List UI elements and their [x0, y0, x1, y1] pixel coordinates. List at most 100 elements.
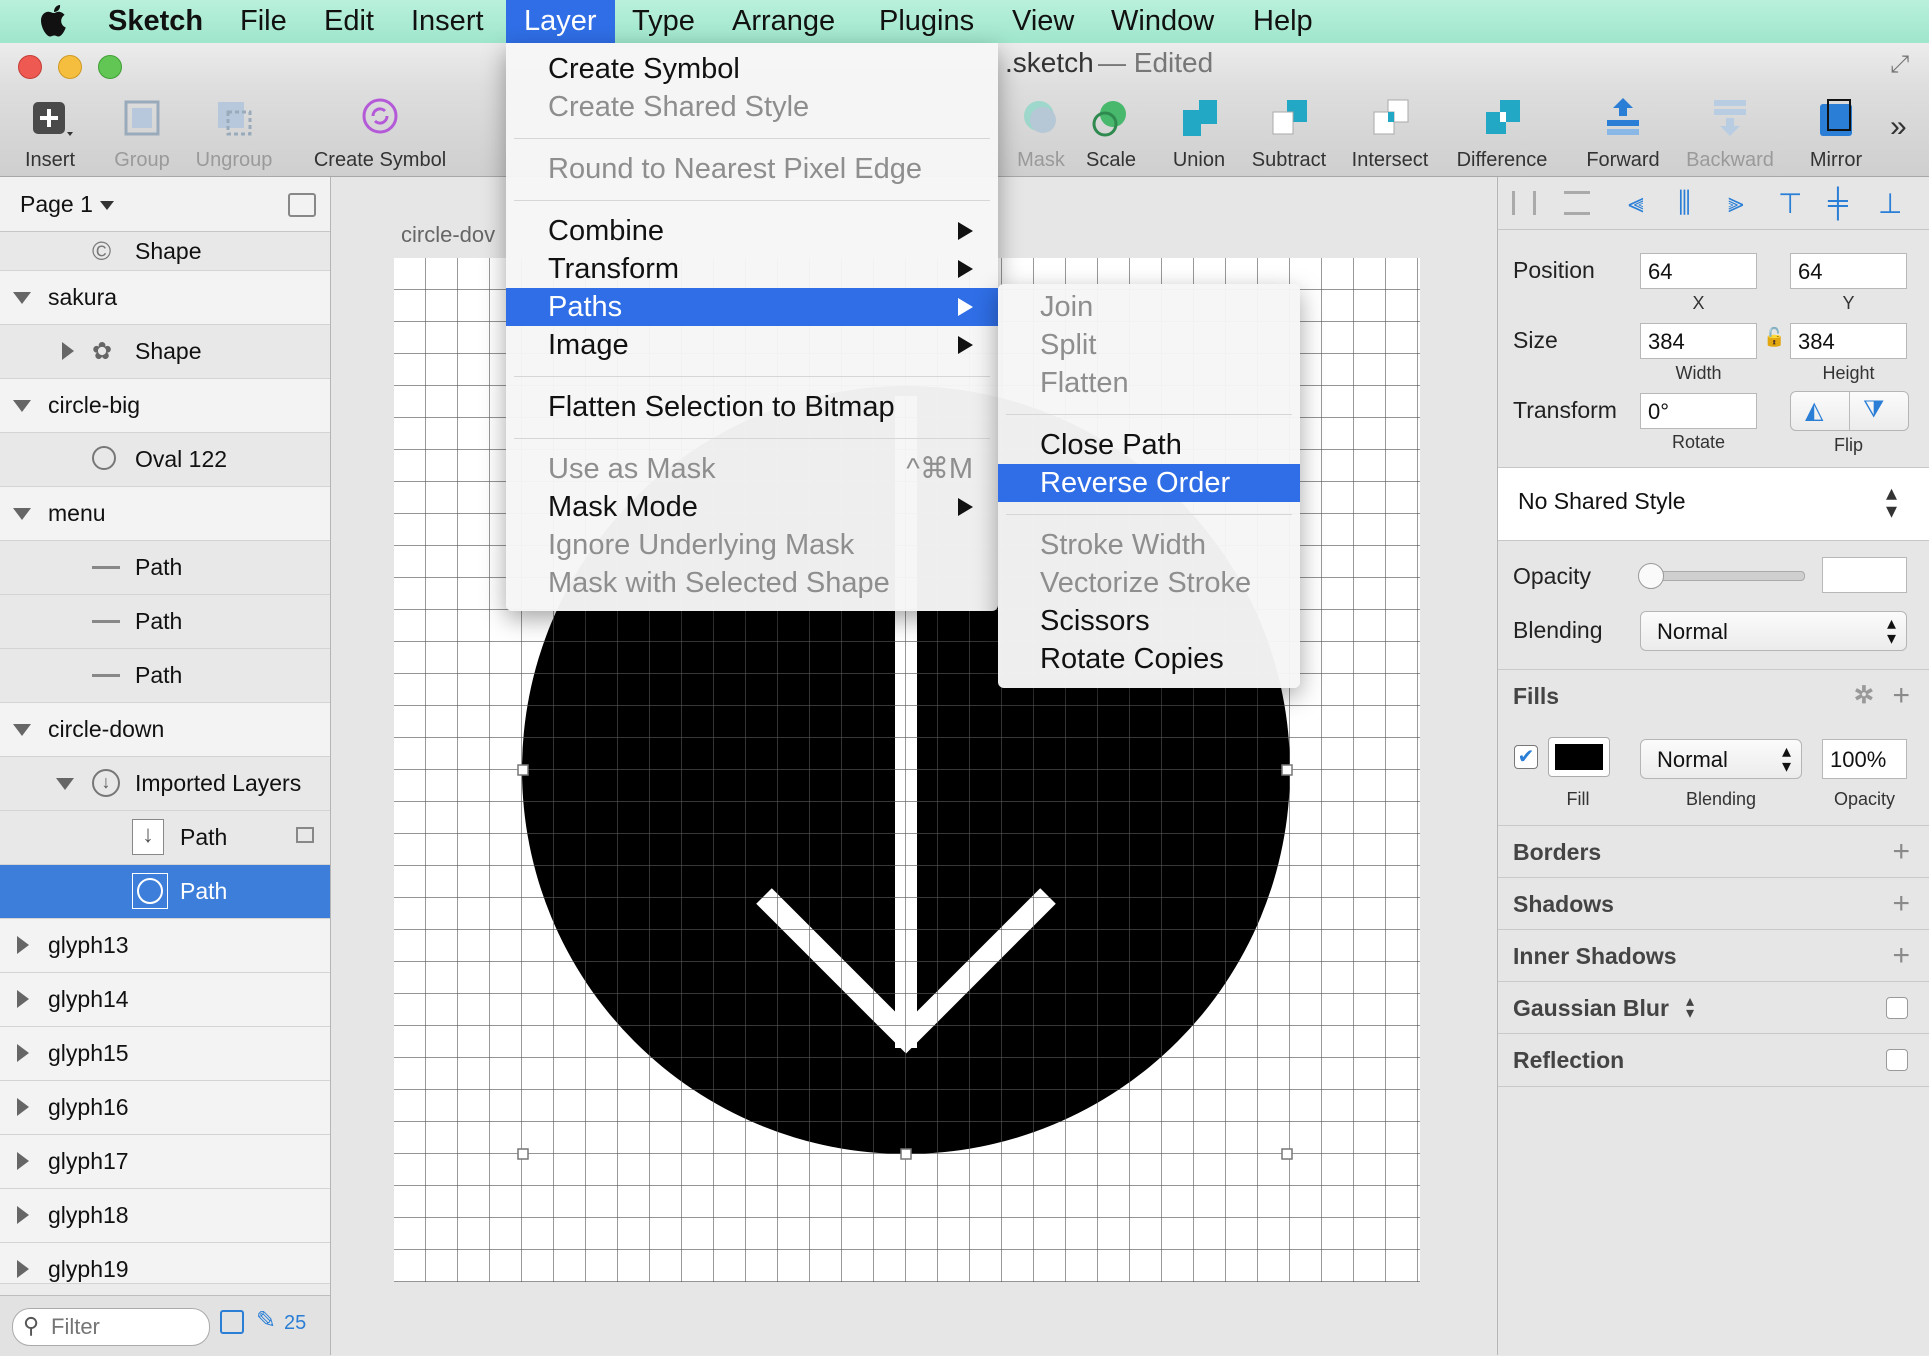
toolbar-overflow-icon[interactable]: »	[1890, 110, 1907, 144]
menu-item-create-shared-style[interactable]: Create Shared Style	[506, 88, 998, 126]
flip-horizontal-icon[interactable]: ◭	[1805, 396, 1823, 425]
disclosure-closed-icon[interactable]	[17, 990, 29, 1008]
borders-section-header[interactable]: Borders +	[1498, 825, 1929, 878]
group-button[interactable]: Group	[104, 86, 180, 176]
mirror-button[interactable]: Mirror	[1798, 86, 1874, 176]
menu-item-combine[interactable]: Combine	[506, 212, 998, 250]
menu-item-paths[interactable]: Paths	[506, 288, 998, 326]
menu-item-flatten-bitmap[interactable]: Flatten Selection to Bitmap	[506, 388, 998, 426]
layer-row[interactable]: Path	[0, 595, 330, 649]
apple-icon[interactable]	[38, 0, 70, 43]
flip-control[interactable]: ◭ ⧩	[1790, 391, 1909, 431]
layer-group-row[interactable]: circle-big	[0, 379, 330, 433]
menu-plugins[interactable]: Plugins	[879, 0, 974, 43]
disclosure-closed-icon[interactable]	[17, 1044, 29, 1062]
fill-opacity-field[interactable]: 100%	[1822, 739, 1907, 779]
menu-item-round-pixel-edge[interactable]: Round to Nearest Pixel Edge	[506, 150, 998, 188]
layer-group-row[interactable]: glyph18	[0, 1189, 330, 1243]
menu-item-transform[interactable]: Transform	[506, 250, 998, 288]
disclosure-open-icon[interactable]	[13, 508, 31, 520]
add-shadow-icon[interactable]: +	[1892, 878, 1910, 930]
layer-group-row[interactable]: glyph15	[0, 1027, 330, 1081]
intersect-button[interactable]: Intersect	[1344, 86, 1436, 176]
menu-item-ignore-underlying-mask[interactable]: Ignore Underlying Mask	[506, 526, 998, 564]
menu-arrange[interactable]: Arrange	[732, 0, 835, 43]
flip-vertical-icon[interactable]: ⧩	[1863, 396, 1884, 424]
forward-button[interactable]: Forward	[1574, 86, 1672, 176]
reflection-checkbox[interactable]	[1886, 1049, 1908, 1071]
page-selector[interactable]: Page 1	[0, 177, 330, 232]
filter-input[interactable]	[49, 1312, 203, 1342]
zoom-window-button[interactable]	[98, 55, 122, 79]
height-field[interactable]: 384	[1790, 323, 1907, 359]
menu-type[interactable]: Type	[632, 0, 695, 43]
collapse-sidebar-icon[interactable]	[288, 193, 316, 217]
disclosure-open-icon[interactable]	[56, 778, 74, 790]
fill-blending-select[interactable]: Normal ▴ ▾	[1640, 739, 1802, 779]
position-x-field[interactable]: 64	[1640, 253, 1757, 289]
menu-item-rotate-copies[interactable]: Rotate Copies	[998, 640, 1300, 678]
subtract-button[interactable]: Subtract	[1244, 86, 1334, 176]
lock-ratio-icon[interactable]: 🔓	[1763, 327, 1785, 348]
pencil-icon[interactable]: ✎	[256, 1306, 276, 1335]
menu-view[interactable]: View	[1012, 0, 1074, 43]
disclosure-closed-icon[interactable]	[17, 1206, 29, 1224]
add-fill-icon[interactable]: +	[1892, 670, 1910, 722]
add-inner-shadow-icon[interactable]: +	[1892, 930, 1910, 982]
gaussian-blur-checkbox[interactable]	[1886, 997, 1908, 1019]
menu-file[interactable]: File	[240, 0, 287, 43]
align-bottom-icon[interactable]: ⊥	[1878, 187, 1902, 220]
disclosure-open-icon[interactable]	[13, 292, 31, 304]
layer-group-row[interactable]: ↓ Imported Layers	[0, 757, 330, 811]
fullscreen-icon[interactable]: ⤢	[1890, 51, 1909, 79]
rotate-field[interactable]: 0°	[1640, 393, 1757, 429]
layer-row[interactable]: Oval 122	[0, 433, 330, 487]
width-field[interactable]: 384	[1640, 323, 1757, 359]
layer-row[interactable]: ✿ Shape	[0, 325, 330, 379]
artboard-label[interactable]: circle-dov	[401, 222, 495, 248]
fill-enabled-checkbox[interactable]: ✔	[1514, 745, 1538, 769]
add-border-icon[interactable]: +	[1892, 826, 1910, 878]
opacity-field[interactable]	[1822, 557, 1907, 593]
position-y-field[interactable]: 64	[1790, 253, 1907, 289]
align-left-icon[interactable]: ⫷	[1628, 187, 1644, 220]
menu-help[interactable]: Help	[1253, 0, 1313, 43]
layer-row[interactable]: ↓ Path	[0, 811, 330, 865]
shared-style-selector[interactable]: No Shared Style ▴ ▾	[1498, 467, 1929, 541]
blur-type-stepper-icon[interactable]: ▴ ▾	[1686, 994, 1694, 1022]
menu-item-use-as-mask[interactable]: Use as Mask ^⌘M	[506, 450, 998, 488]
layer-group-row[interactable]: glyph13	[0, 919, 330, 973]
menu-item-scissors[interactable]: Scissors	[998, 602, 1300, 640]
layer-group-row[interactable]: glyph16	[0, 1081, 330, 1135]
disclosure-closed-icon[interactable]	[17, 1152, 29, 1170]
gear-icon[interactable]: ✲	[1854, 670, 1874, 722]
menu-item-split[interactable]: Split	[998, 326, 1300, 364]
close-window-button[interactable]	[18, 55, 42, 79]
menu-item-stroke-width[interactable]: Stroke Width	[998, 526, 1300, 564]
disclosure-open-icon[interactable]	[13, 724, 31, 736]
menu-item-join[interactable]: Join	[998, 288, 1300, 326]
create-symbol-button[interactable]: Create Symbol	[300, 86, 460, 176]
menu-edit[interactable]: Edit	[324, 0, 374, 43]
fill-color-well[interactable]	[1548, 737, 1610, 777]
layer-group-row[interactable]: glyph17	[0, 1135, 330, 1189]
minimize-window-button[interactable]	[58, 55, 82, 79]
disclosure-closed-icon[interactable]	[17, 936, 29, 954]
gaussian-blur-section-header[interactable]: Gaussian Blur ▴ ▾	[1498, 981, 1929, 1034]
menu-item-flatten[interactable]: Flatten	[998, 364, 1300, 402]
menu-app-sketch[interactable]: Sketch	[108, 0, 203, 43]
inner-shadows-section-header[interactable]: Inner Shadows +	[1498, 929, 1929, 982]
backward-button[interactable]: Backward	[1680, 86, 1780, 176]
layer-row[interactable]: Path	[0, 649, 330, 703]
scale-button[interactable]: Scale	[1080, 86, 1142, 176]
show-selected-icon[interactable]	[220, 1310, 244, 1334]
reflection-section-header[interactable]: Reflection	[1498, 1033, 1929, 1087]
union-button[interactable]: Union	[1164, 86, 1234, 176]
disclosure-closed-icon[interactable]	[17, 1098, 29, 1116]
layer-row[interactable]: Path	[0, 541, 330, 595]
layer-group-row[interactable]: sakura	[0, 271, 330, 325]
menu-item-vectorize-stroke[interactable]: Vectorize Stroke	[998, 564, 1300, 602]
menu-item-reverse-order[interactable]: Reverse Order	[998, 464, 1300, 502]
menu-item-image[interactable]: Image	[506, 326, 998, 364]
menu-layer[interactable]: Layer	[506, 0, 615, 43]
